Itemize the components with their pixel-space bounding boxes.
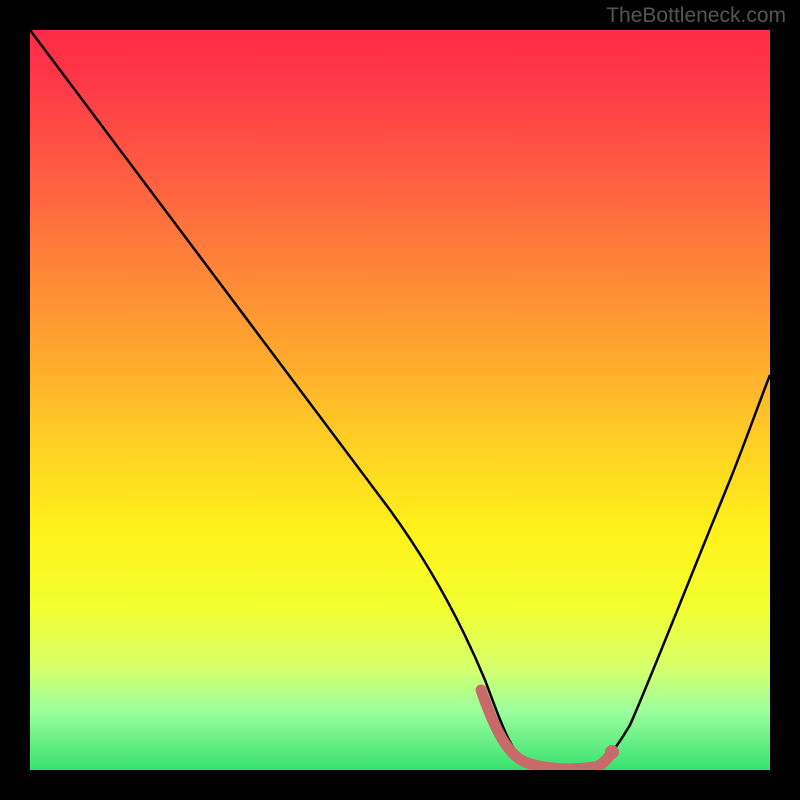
chart-svg <box>30 30 770 770</box>
highlight-segment <box>481 690 612 769</box>
chart-plot-area <box>30 30 770 770</box>
highlight-dot-end <box>605 745 619 759</box>
curve-line <box>30 30 770 769</box>
watermark-text: TheBottleneck.com <box>606 4 786 28</box>
